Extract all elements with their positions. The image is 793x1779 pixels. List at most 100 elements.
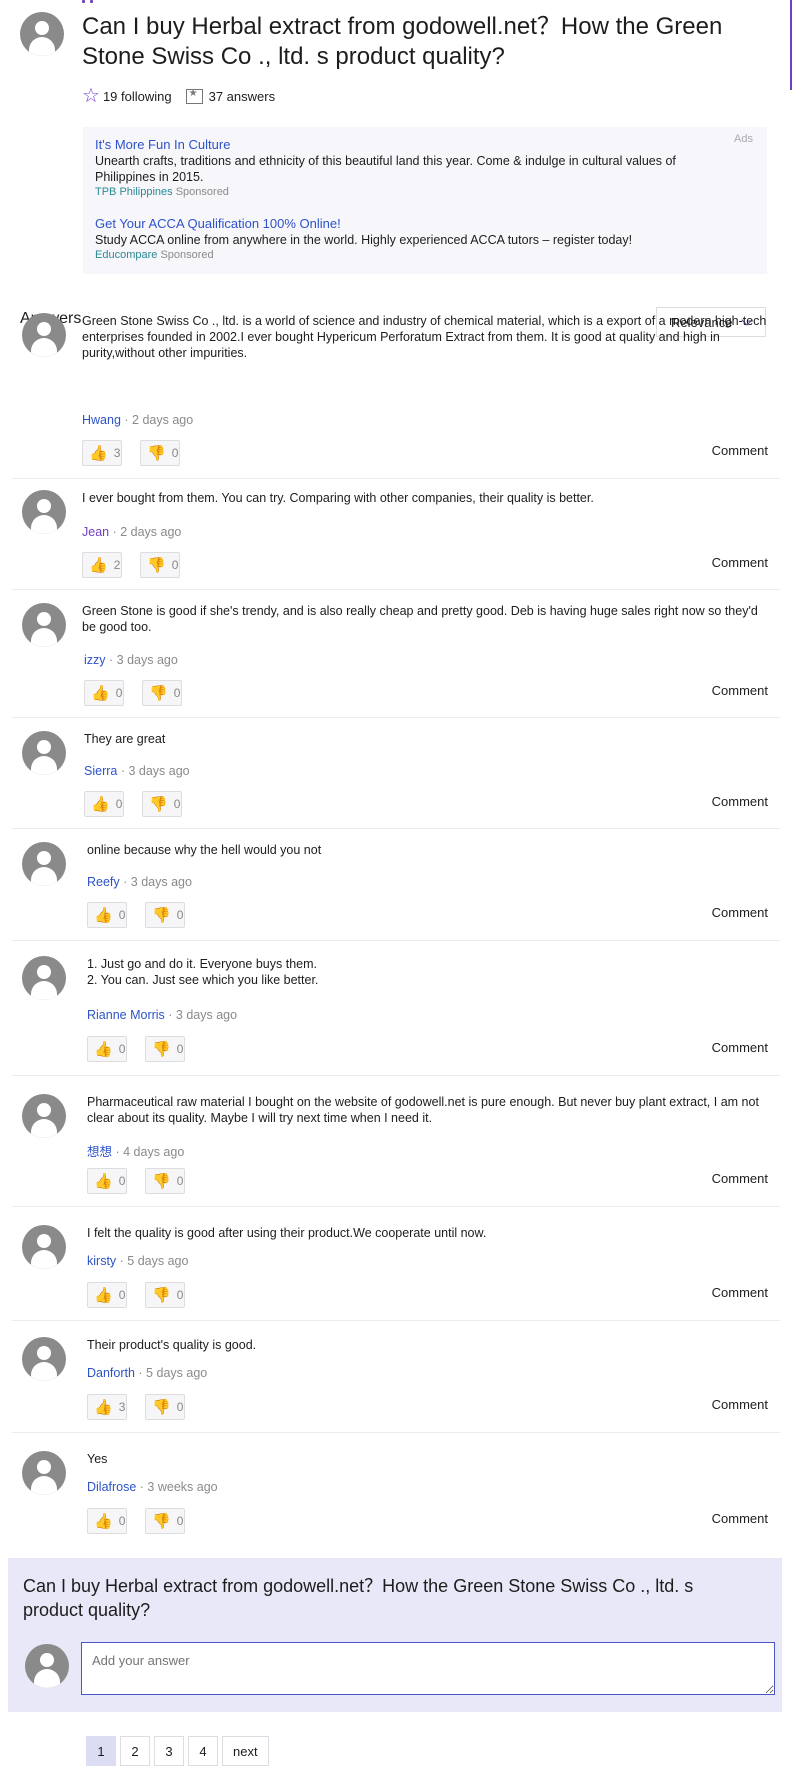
page-4-button[interactable]: 4 [188,1736,218,1766]
upvote-button[interactable]: 👍 3 [87,1394,127,1420]
comment-link[interactable]: Comment [712,794,768,809]
thumbs-down-icon: 👎 [147,557,166,574]
answer-meta: Jean · 2 days ago [82,525,181,539]
downvote-button[interactable]: 👎 0 [142,791,182,817]
thumbs-up-icon: 👍 [94,1287,113,1304]
ads-label: Ads [734,133,753,145]
avatar [22,603,66,647]
question-title: Can I buy Herbal extract from godowell.n… [82,13,723,70]
timestamp: · 3 days ago [105,653,178,667]
author-link[interactable]: Dilafrose [87,1480,136,1494]
answer-meta: Reefy · 3 days ago [87,875,192,889]
author-link[interactable]: Jean [82,525,109,539]
comment-link[interactable]: Comment [712,443,768,458]
avatar [22,490,66,534]
page-2-button[interactable]: 2 [120,1736,150,1766]
answers-count: 37 answers [208,88,276,104]
avatar [22,1451,66,1495]
author-link[interactable]: Hwang [82,413,121,427]
pagination: 1 2 3 4 next [86,1736,269,1766]
comment-link[interactable]: Comment [712,1285,768,1300]
ad-item[interactable]: Get Your ACCA Qualification 100% Online!… [95,216,725,262]
upvote-button[interactable]: 👍 0 [87,902,127,928]
upvote-button[interactable]: 👍 0 [87,1168,127,1194]
timestamp: · 5 days ago [134,1366,208,1380]
upvote-button[interactable]: 👍 0 [87,1508,127,1534]
downvote-button[interactable]: 👎 0 [145,1168,185,1194]
comment-link[interactable]: Comment [712,1511,768,1526]
answer-meta: Danforth · 5 days ago [87,1366,207,1380]
timestamp: · 2 days ago [109,525,182,539]
timestamp: · 2 days ago [120,413,194,427]
answer-meta: Dilafrose · 3 weeks ago [87,1480,218,1494]
downvote-button[interactable]: 👎 0 [142,680,182,706]
upvote-button[interactable]: 👍 0 [87,1282,127,1308]
ad-description: Unearth crafts, traditions and ethnicity… [95,154,676,184]
author-link[interactable]: Rianne Morris [87,1008,165,1022]
author-link[interactable]: izzy [84,653,106,667]
answer-text: Pharmaceutical raw material I bought on … [87,1095,759,1125]
comment-link[interactable]: Comment [712,905,768,920]
author-link[interactable]: Reefy [87,875,120,889]
divider [12,940,780,941]
avatar [22,842,66,886]
upvote-button[interactable]: 👍 0 [84,791,124,817]
answer-meta: Sierra · 3 days ago [84,764,190,778]
comment-link[interactable]: Comment [712,555,768,570]
divider [12,717,780,718]
timestamp: · 3 weeks ago [136,1480,218,1494]
thumbs-up-icon: 👍 [94,1041,113,1058]
upvote-button[interactable]: 👍 0 [84,680,124,706]
downvote-button[interactable]: 👎 0 [145,1394,185,1420]
ad-item[interactable]: It's More Fun In Culture Unearth crafts,… [95,137,725,199]
thumbs-down-icon: 👎 [152,1287,171,1304]
add-answer-input[interactable] [81,1642,775,1695]
top-breadcrumb-remnant [82,0,94,3]
comment-link[interactable]: Comment [712,1397,768,1412]
comment-link[interactable]: Comment [712,683,768,698]
page-3-button[interactable]: 3 [154,1736,184,1766]
comment-link[interactable]: Comment [712,1171,768,1186]
answer-text: I ever bought from them. You can try. Co… [82,491,594,505]
answer-text: They are great [84,732,166,746]
upvote-button[interactable]: 👍 3 [82,440,122,466]
answer-text: online because why the hell would you no… [87,843,322,857]
upvote-button[interactable]: 👍 2 [82,552,122,578]
ad-title[interactable]: It's More Fun In Culture [95,137,725,153]
author-link[interactable]: Danforth [87,1366,135,1380]
question-meta: ☆ 19 following 37 answers [82,86,275,106]
answer-meta: Hwang · 2 days ago [82,413,193,427]
thumbs-down-icon: 👎 [149,685,168,702]
downvote-button[interactable]: 👎 0 [145,902,185,928]
thumbs-up-icon: 👍 [89,445,108,462]
author-link[interactable]: Sierra [84,764,117,778]
divider [12,1432,780,1433]
thumbs-down-icon: 👎 [152,1041,171,1058]
author-link[interactable]: kirsty [87,1254,116,1268]
avatar [22,1337,66,1381]
add-answer-panel: Can I buy Herbal extract from godowell.n… [8,1558,782,1712]
avatar [22,956,66,1000]
answer-meta: 想想 · 4 days ago [87,1141,184,1160]
follow-star-icon[interactable]: ☆ [82,86,100,106]
next-page-button[interactable]: next [222,1736,269,1766]
downvote-button[interactable]: 👎 0 [145,1036,185,1062]
author-link[interactable]: 想想 [87,1145,112,1159]
downvote-button[interactable]: 👎 0 [145,1508,185,1534]
following-count[interactable]: 19 following [103,89,172,104]
divider [12,589,780,590]
avatar [22,313,66,357]
downvote-button[interactable]: 👎 0 [140,552,180,578]
upvote-button[interactable]: 👍 0 [87,1036,127,1062]
comment-link[interactable]: Comment [712,1040,768,1055]
page-1-button[interactable]: 1 [86,1736,116,1766]
downvote-button[interactable]: 👎 0 [140,440,180,466]
ad-source: Educompare Sponsored [95,249,214,261]
ad-source: TPB Philippines Sponsored [95,186,229,198]
answer-text: 1. Just go and do it. Everyone buys them… [87,957,319,987]
timestamp: · 3 days ago [117,764,190,778]
thumbs-up-icon: 👍 [94,1399,113,1416]
answers-icon [185,88,203,104]
ad-title[interactable]: Get Your ACCA Qualification 100% Online! [95,216,725,232]
downvote-button[interactable]: 👎 0 [145,1282,185,1308]
